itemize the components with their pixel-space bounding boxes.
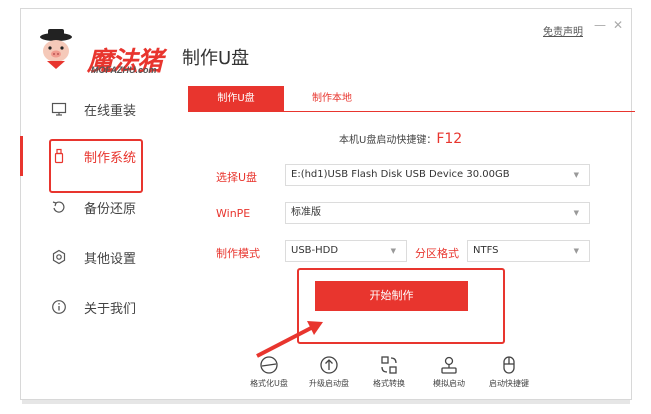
- tab-divider: [188, 111, 635, 112]
- tool-format-convert[interactable]: 格式转换: [359, 354, 419, 389]
- usb-select-label: 选择U盘: [216, 171, 258, 184]
- mouse-icon: [503, 356, 515, 374]
- pointer-arrow-icon: [256, 321, 323, 358]
- winpe-select-value: 标准版: [291, 207, 321, 218]
- tool-boot-hotkey[interactable]: 启动快捷键: [479, 354, 539, 389]
- tool-upgrade-boot[interactable]: 升级启动盘: [299, 354, 359, 389]
- sidebar-item-label: 其他设置: [84, 252, 137, 267]
- usb-select-value: E:(hd1)USB Flash Disk USB Device 30.00GB: [291, 169, 510, 180]
- tool-label: 格式化U盘: [250, 379, 288, 388]
- tool-label: 启动快捷键: [489, 379, 529, 388]
- usb-select[interactable]: E:(hd1)USB Flash Disk USB Device 30.00GB…: [285, 164, 590, 186]
- tool-label: 升级启动盘: [309, 379, 349, 388]
- sidebar-item-about-us[interactable]: 关于我们: [21, 287, 171, 327]
- tab-make-usb[interactable]: 制作U盘: [188, 86, 284, 112]
- sidebar-item-other-settings[interactable]: 其他设置: [21, 237, 171, 277]
- highlight-box-sidebar: [49, 139, 143, 193]
- monitor-icon: [51, 101, 67, 117]
- close-button[interactable]: ✕: [613, 18, 623, 32]
- partition-label: 分区格式: [415, 247, 459, 260]
- simulate-icon: [441, 356, 457, 374]
- winpe-select[interactable]: 标准版 ▼: [285, 202, 590, 224]
- disclaimer-link[interactable]: 免责声明: [543, 23, 583, 38]
- app-window: 魔法猪 MOFAZHU.com 制作U盘 免责声明 — ✕ 在线重装 制作系统 …: [20, 8, 635, 400]
- tool-simulate-boot[interactable]: 模拟启动: [419, 354, 479, 389]
- minimize-button[interactable]: —: [594, 18, 606, 32]
- hotkey-key: F12: [436, 131, 463, 147]
- chevron-down-icon: ▼: [573, 247, 579, 255]
- start-make-button[interactable]: 开始制作: [315, 281, 468, 311]
- mode-select-value: USB-HDD: [291, 245, 339, 256]
- sidebar-item-label: 关于我们: [84, 302, 137, 317]
- partition-select[interactable]: NTFS ▼: [467, 240, 590, 262]
- chevron-down-icon: ▼: [573, 171, 579, 179]
- winpe-label: WinPE: [216, 207, 251, 220]
- partition-select-value: NTFS: [473, 245, 499, 256]
- backup-icon: [51, 199, 67, 215]
- chevron-down-icon: ▼: [390, 247, 396, 255]
- sidebar-item-label: 在线重装: [84, 104, 137, 119]
- mode-select[interactable]: USB-HDD ▼: [285, 240, 407, 262]
- active-indicator: [20, 136, 23, 176]
- info-icon: [51, 299, 67, 315]
- tool-format-usb[interactable]: 格式化U盘: [239, 354, 299, 389]
- sidebar-item-label: 备份还原: [84, 202, 137, 217]
- tool-label: 格式转换: [373, 379, 405, 388]
- format-icon: [260, 356, 278, 374]
- sidebar-item-online-reinstall[interactable]: 在线重装: [21, 89, 171, 129]
- convert-icon: [381, 356, 397, 374]
- page-title: 制作U盘: [182, 48, 250, 69]
- hotkey-label: 本机U盘启动快捷键：: [339, 135, 437, 146]
- logo-subtitle: MOFAZHU.com: [91, 65, 157, 75]
- tab-make-local[interactable]: 制作本地: [284, 86, 380, 112]
- pig-mascot-icon: [40, 29, 72, 69]
- chevron-down-icon: ▼: [573, 209, 579, 217]
- gear-icon: [51, 249, 67, 265]
- upgrade-icon: [320, 356, 338, 374]
- tool-label: 模拟启动: [433, 379, 465, 388]
- sidebar-item-backup-restore[interactable]: 备份还原: [21, 187, 171, 227]
- window-shadow: [22, 400, 630, 404]
- mode-label: 制作模式: [216, 247, 260, 260]
- logo: 魔法猪 MOFAZHU.com: [33, 27, 173, 77]
- hotkey-info: 本机U盘启动快捷键：F12: [339, 131, 462, 147]
